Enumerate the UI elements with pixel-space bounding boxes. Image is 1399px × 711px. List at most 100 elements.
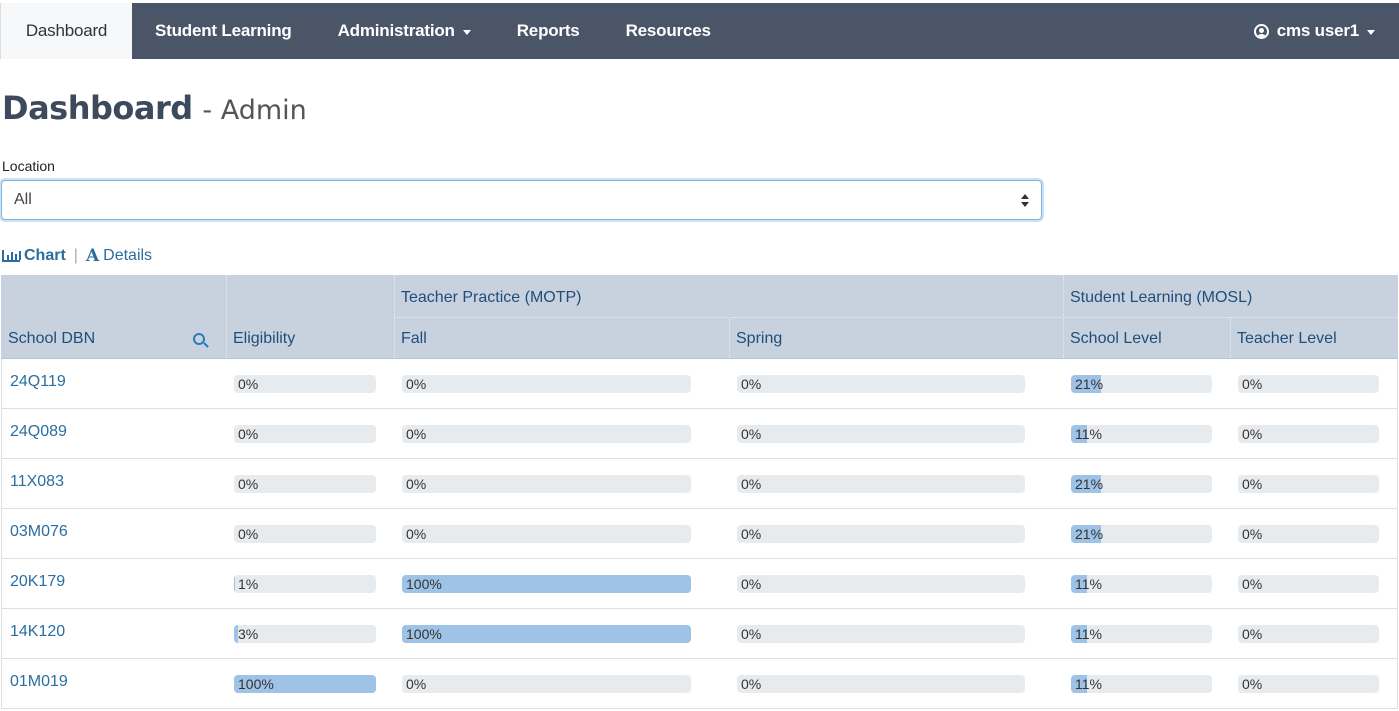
progress-fill xyxy=(402,625,691,643)
progress-bar-eligibility: 0% xyxy=(234,375,376,393)
chart-view-link[interactable]: Chart xyxy=(24,247,66,265)
nav-reports-label: Reports xyxy=(516,21,580,40)
progress-bar-school-level: 11% xyxy=(1071,575,1212,593)
location-select[interactable]: All xyxy=(1,180,1042,220)
progress-value: 3% xyxy=(238,626,259,642)
nav-dashboard[interactable]: Dashboard xyxy=(0,3,132,59)
progress-value: 0% xyxy=(1242,626,1263,642)
progress-value: 0% xyxy=(406,526,427,542)
progress-value: 0% xyxy=(1242,576,1263,592)
progress-value: 0% xyxy=(406,676,427,692)
view-toggle: Chart | A Details xyxy=(2,246,152,266)
nav-reports[interactable]: Reports xyxy=(494,3,603,59)
school-dbn-link[interactable]: 11X083 xyxy=(10,473,64,491)
progress-bar-spring: 0% xyxy=(737,425,1025,443)
header-divider xyxy=(394,317,1398,318)
progress-bar-fall: 100% xyxy=(402,575,691,593)
page-title-main: Dashboard xyxy=(2,89,193,127)
progress-bar-fall: 100% xyxy=(402,625,691,643)
school-dbn-link[interactable]: 03M076 xyxy=(10,523,68,541)
table-row: 01M019 100% 0% 0% 11% 0% xyxy=(1,659,1398,709)
header-group-motp: Teacher Practice (MOTP) xyxy=(401,289,582,306)
progress-value: 11% xyxy=(1075,426,1102,442)
progress-value: 0% xyxy=(238,476,259,492)
progress-bar-spring: 0% xyxy=(737,675,1025,693)
progress-bar-spring: 0% xyxy=(737,575,1025,593)
progress-value: 21% xyxy=(1075,526,1104,542)
progress-value: 21% xyxy=(1075,376,1104,392)
progress-bar-eligibility: 100% xyxy=(234,675,376,693)
nav-administration-label: Administration xyxy=(337,21,455,40)
header-group-mosl: Student Learning (MOSL) xyxy=(1070,289,1253,306)
progress-bar-teacher-level: 0% xyxy=(1238,675,1379,693)
user-menu[interactable]: cms user1 xyxy=(1231,3,1399,59)
progress-value: 11% xyxy=(1075,576,1102,592)
progress-bar-eligibility: 0% xyxy=(234,425,376,443)
header-divider xyxy=(729,317,730,358)
table-row: 14K120 3% 100% 0% 11% 0% xyxy=(1,609,1398,659)
header-divider xyxy=(226,275,227,358)
caret-down-icon xyxy=(1367,29,1375,35)
caret-down-icon xyxy=(462,29,471,35)
progress-bar-eligibility: 3% xyxy=(234,625,376,643)
nav-student-learning[interactable]: Student Learning xyxy=(132,3,315,59)
progress-value: 100% xyxy=(238,676,274,692)
progress-bar-spring: 0% xyxy=(737,475,1025,493)
col-header-eligibility[interactable]: Eligibility xyxy=(233,330,295,348)
progress-value: 0% xyxy=(741,626,762,642)
progress-value: 0% xyxy=(1242,526,1263,542)
select-arrows-icon xyxy=(1021,194,1029,208)
progress-bar-teacher-level: 0% xyxy=(1238,375,1379,393)
progress-bar-fall: 0% xyxy=(402,675,691,693)
col-header-school-dbn[interactable]: School DBN xyxy=(8,330,95,348)
progress-fill xyxy=(234,575,236,593)
nav-student-learning-label: Student Learning xyxy=(155,21,292,40)
progress-bar-school-level: 11% xyxy=(1071,625,1212,643)
location-selected-value: All xyxy=(14,191,32,208)
nav-resources[interactable]: Resources xyxy=(603,3,734,59)
progress-bar-teacher-level: 0% xyxy=(1238,525,1379,543)
school-dbn-link[interactable]: 24Q089 xyxy=(10,423,67,441)
nav-administration[interactable]: Administration xyxy=(315,3,494,59)
progress-value: 0% xyxy=(741,376,762,392)
progress-value: 0% xyxy=(238,426,259,442)
progress-bar-eligibility: 0% xyxy=(234,525,376,543)
school-dbn-link[interactable]: 24Q119 xyxy=(10,373,66,391)
table-row: 11X083 0% 0% 0% 21% 0% xyxy=(1,459,1398,509)
progress-value: 0% xyxy=(406,476,427,492)
progress-value: 0% xyxy=(238,376,259,392)
school-dbn-link[interactable]: 01M019 xyxy=(10,673,68,691)
col-header-school-level[interactable]: School Level xyxy=(1070,330,1162,348)
school-dbn-link[interactable]: 14K120 xyxy=(10,623,65,641)
search-icon[interactable] xyxy=(193,333,205,345)
progress-bar-school-level: 21% xyxy=(1071,375,1212,393)
progress-value: 0% xyxy=(741,426,762,442)
progress-value: 0% xyxy=(1242,426,1263,442)
progress-bar-school-level: 21% xyxy=(1071,525,1212,543)
user-circle-icon xyxy=(1253,23,1269,39)
progress-value: 0% xyxy=(238,526,259,542)
progress-value: 100% xyxy=(406,576,442,592)
header-divider xyxy=(1230,317,1231,358)
school-dbn-link[interactable]: 20K179 xyxy=(10,573,65,591)
table-body: 24Q119 0% 0% 0% 21% 0% 24Q089 0% 0% 0% 11% 0% 11X083… xyxy=(1,359,1398,709)
details-view-link[interactable]: Details xyxy=(103,247,152,265)
table-row: 20K179 1% 100% 0% 11% 0% xyxy=(1,559,1398,609)
col-header-teacher-level[interactable]: Teacher Level xyxy=(1237,330,1337,348)
progress-fill xyxy=(402,575,691,593)
table-row: 03M076 0% 0% 0% 21% 0% xyxy=(1,509,1398,559)
view-separator: | xyxy=(73,247,78,264)
bar-chart-icon xyxy=(2,250,21,262)
col-header-spring[interactable]: Spring xyxy=(736,330,782,348)
page-title-sub: - Admin xyxy=(202,95,307,126)
progress-bar-school-level: 21% xyxy=(1071,475,1212,493)
progress-value: 0% xyxy=(1242,676,1263,692)
progress-value: 0% xyxy=(406,376,427,392)
progress-bar-spring: 0% xyxy=(737,375,1025,393)
col-header-fall[interactable]: Fall xyxy=(401,330,427,348)
progress-bar-eligibility: 1% xyxy=(234,575,376,593)
progress-bar-teacher-level: 0% xyxy=(1238,625,1379,643)
progress-value: 0% xyxy=(741,576,762,592)
progress-bar-eligibility: 0% xyxy=(234,475,376,493)
